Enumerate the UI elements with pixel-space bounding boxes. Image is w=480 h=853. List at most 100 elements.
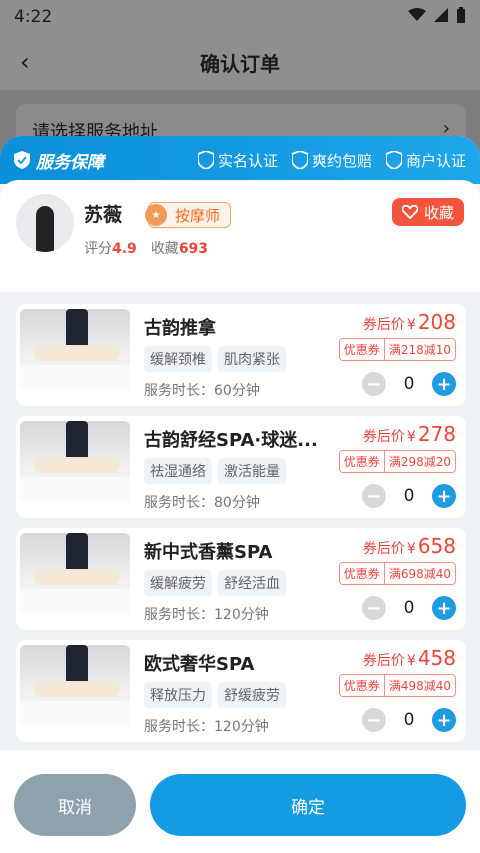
price-currency: ¥ [406,317,416,333]
coupon-rule: 满498减40 [388,679,451,693]
page-title: 确认订单 [200,52,280,76]
service-thumbnail [20,645,130,727]
price-label: 券后价 [362,317,405,333]
guarantee-brand: 服务保障 [14,148,184,173]
guarantee-item-merchant: 商户认证 [385,150,466,171]
service-tag: 肌肉紧张 [218,346,286,372]
service-price: 券后价 ¥458 [363,646,456,670]
coupon-rule: 满218减10 [388,343,451,357]
service-tag: 激活能量 [218,458,286,484]
plus-icon[interactable]: + [432,484,456,508]
price-value: 278 [417,422,456,446]
rating-value: 4.9 [112,241,137,257]
service-thumbnail [20,309,130,391]
price-value: 658 [417,534,456,558]
service-item[interactable]: 新中式香薰SPA 缓解疲劳 舒经活血 服务时长：120分钟 券后价 ¥658 优惠券… [16,528,466,630]
service-duration: 服务时长：80分钟 [144,495,260,511]
shield-heart-icon [385,151,402,169]
service-item[interactable]: 古韵舒经SPA·球迷... 祛湿通络 激活能量 服务时长：80分钟 券后价 ¥278… [16,416,466,518]
price-label: 券后价 [362,653,405,669]
quantity-stepper: −0 + [362,596,456,620]
favorite-button-label: 收藏 [423,203,454,222]
fav-count-label: 收藏 [150,241,179,257]
minus-icon[interactable]: − [362,708,386,732]
minus-icon[interactable]: − [362,484,386,508]
shield-yen-icon [291,151,308,169]
service-guarantee-bar: 服务保障 实名认证 爽约包赔 商户认证 [0,136,480,184]
plus-icon[interactable]: + [432,372,456,396]
therapist-name: 苏薇 [84,204,123,226]
guarantee-item-label: 实名认证 [217,151,278,170]
service-duration: 服务时长：120分钟 [144,719,269,735]
therapist-stats: 评分4.9 收藏693 [84,238,208,258]
battery-icon [456,6,466,28]
shield-icon [197,151,214,169]
order-sheet: 服务保障 实名认证 爽约包赔 商户认证 苏薇 ★ 按摩师 评分4.9 收藏693… [0,136,480,853]
quantity-value: 0 [403,486,415,506]
service-price: 券后价 ¥208 [363,310,456,334]
service-duration: 服务时长：60分钟 [144,383,260,399]
minus-icon[interactable]: − [362,372,386,396]
coupon-label: 优惠券 [343,679,380,693]
plus-icon[interactable]: + [432,596,456,620]
role-badge: ★ 按摩师 [145,202,232,228]
service-price: 券后价 ¥278 [363,422,456,446]
service-title: 欧式奢华SPA [144,654,255,675]
favorite-button[interactable]: 收藏 [391,198,464,226]
status-bar: 4:22 [0,0,480,34]
service-thumbnail [20,533,130,615]
minus-icon[interactable]: − [362,596,386,620]
coupon-label: 优惠券 [343,567,380,581]
service-item[interactable]: 古韵推拿 缓解颈椎 肌肉紧张 服务时长：60分钟 券后价 ¥208 优惠券 满218减… [16,304,466,406]
quantity-value: 0 [403,598,415,618]
service-thumbnail [20,421,130,503]
service-duration: 服务时长：120分钟 [144,607,269,623]
plus-icon[interactable]: + [432,708,456,732]
service-price: 券后价 ¥658 [363,534,456,558]
quantity-value: 0 [403,374,415,394]
price-value: 458 [417,646,456,670]
service-tag: 释放压力 [144,682,212,708]
cancel-button[interactable]: 取消 [14,774,136,836]
guarantee-item-noshow: 爽约包赔 [291,150,372,171]
guarantee-brand-label: 服务保障 [36,152,104,173]
signal-icon [434,7,448,27]
service-title: 新中式香薰SPA [144,542,273,563]
fav-count: 收藏693 [151,238,208,258]
price-currency: ¥ [406,541,416,557]
quantity-stepper: −0 + [362,708,456,732]
avatar [16,194,74,252]
quantity-stepper: −0 + [362,372,456,396]
shield-check-icon [14,151,30,169]
fav-count-value: 693 [178,241,209,257]
action-footer: 取消 确定 [0,750,480,853]
coupon-badge: 优惠券 满298减20 [338,450,456,473]
service-title: 古韵舒经SPA·球迷... [144,430,318,451]
price-currency: ¥ [406,429,416,445]
guarantee-item-label: 爽约包赔 [311,151,372,170]
coupon-label: 优惠券 [343,343,380,357]
coupon-badge: 优惠券 满218减10 [338,338,456,361]
service-tag: 缓解颈椎 [144,346,212,372]
guarantee-item-realname: 实名认证 [197,150,278,171]
status-time: 4:22 [14,7,53,27]
service-tag: 祛湿通络 [144,458,212,484]
price-label: 券后价 [362,541,405,557]
service-title: 古韵推拿 [144,318,216,339]
service-tag: 舒缓疲劳 [218,682,286,708]
coupon-rule: 满698减40 [388,567,451,581]
role-label: 按摩师 [175,206,221,225]
coupon-badge: 优惠券 满498减40 [338,674,456,697]
service-item[interactable]: 欧式奢华SPA 释放压力 舒缓疲劳 服务时长：120分钟 券后价 ¥458 优惠券满… [16,640,466,742]
guarantee-item-label: 商户认证 [405,151,466,170]
rating-label: 评分 [84,241,112,257]
coupon-rule: 满298减20 [388,455,451,469]
coupon-label: 优惠券 [343,455,380,469]
coupon-badge: 优惠券 满698减40 [338,562,456,585]
heart-icon [401,205,418,219]
medal-icon: ★ [145,204,167,226]
quantity-value: 0 [403,710,415,730]
confirm-button[interactable]: 确定 [150,774,466,836]
service-tag: 舒经活血 [218,570,286,596]
therapist-card: 苏薇 ★ 按摩师 评分4.9 收藏693 收藏 [0,180,480,292]
